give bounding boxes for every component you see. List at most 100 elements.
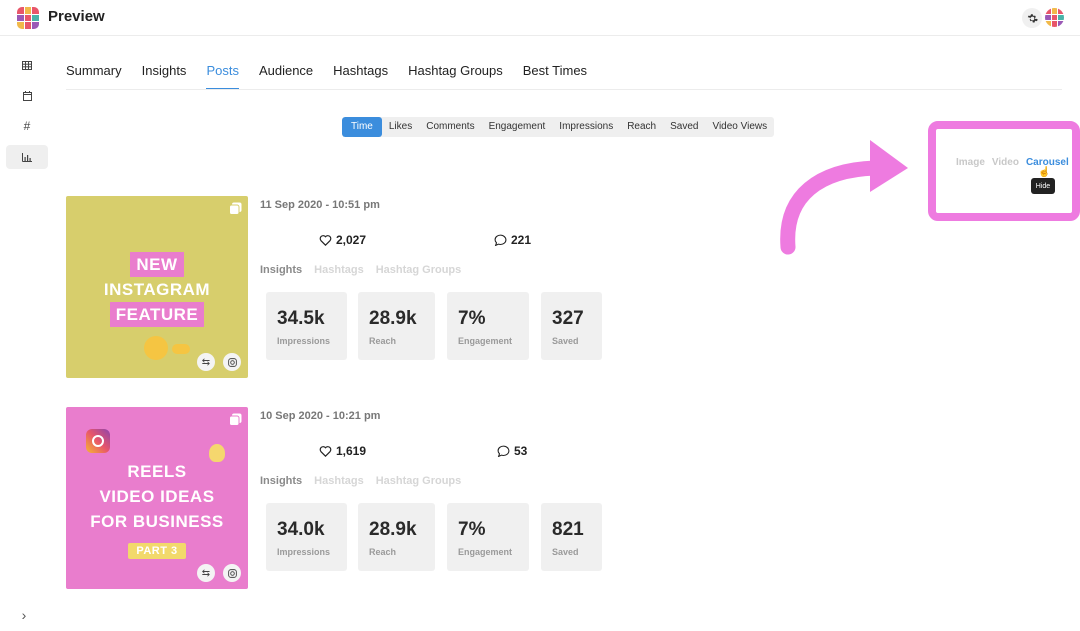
metric-engagement: 7% Engagement bbox=[447, 292, 529, 360]
sort-saved[interactable]: Saved bbox=[663, 117, 705, 137]
subtab-hashtags[interactable]: Hashtags bbox=[314, 475, 364, 487]
thumbnail-line: VIDEO IDEAS bbox=[99, 487, 215, 506]
sort-impressions[interactable]: Impressions bbox=[552, 117, 620, 137]
subtab-insights[interactable]: Insights bbox=[260, 475, 302, 487]
sort-video-views[interactable]: Video Views bbox=[705, 117, 774, 137]
filter-video[interactable]: Video bbox=[992, 157, 1019, 168]
post-card: NEW INSTAGRAM FEATURE ⇆ 11 Sep 2020 - 10… bbox=[66, 196, 666, 378]
comments-value: 221 bbox=[511, 233, 532, 247]
metric-label: Engagement bbox=[458, 547, 513, 557]
thumbnail-line: INSTAGRAM bbox=[103, 280, 211, 299]
tab-summary[interactable]: Summary bbox=[66, 58, 122, 90]
subtab-insights[interactable]: Insights bbox=[260, 264, 302, 276]
hide-tooltip: Hide bbox=[1031, 178, 1055, 194]
app-logo-icon bbox=[17, 7, 39, 29]
sidebar-grid-icon[interactable] bbox=[6, 53, 48, 77]
metric-value: 7% bbox=[458, 519, 486, 540]
metric-saved: 821 Saved bbox=[541, 503, 602, 571]
tab-posts[interactable]: Posts bbox=[206, 58, 239, 90]
sort-time[interactable]: Time bbox=[342, 117, 382, 137]
filter-image[interactable]: Image bbox=[956, 157, 985, 168]
heart-icon bbox=[319, 235, 332, 246]
media-type-filters: Image Video Carousel bbox=[956, 157, 1069, 168]
post-card: REELS VIDEO IDEAS FOR BUSINESS PART 3 ⇆ … bbox=[66, 407, 666, 589]
tabs-divider bbox=[66, 89, 1062, 90]
metric-value: 327 bbox=[552, 308, 584, 329]
tab-audience[interactable]: Audience bbox=[259, 58, 313, 90]
tab-hashtags[interactable]: Hashtags bbox=[333, 58, 388, 90]
metric-value: 34.5k bbox=[277, 308, 325, 329]
app-title: Preview bbox=[48, 8, 105, 25]
post-thumbnail[interactable]: NEW INSTAGRAM FEATURE ⇆ bbox=[66, 196, 248, 378]
analytics-tabs: Summary Insights Posts Audience Hashtags… bbox=[66, 58, 607, 90]
annotation-arrow-icon bbox=[780, 140, 908, 255]
sort-likes[interactable]: Likes bbox=[382, 117, 419, 137]
heart-icon bbox=[319, 446, 332, 457]
likes-value: 1,619 bbox=[336, 444, 367, 458]
sort-reach[interactable]: Reach bbox=[620, 117, 663, 137]
metric-label: Impressions bbox=[277, 336, 331, 346]
sort-engagement[interactable]: Engagement bbox=[482, 117, 553, 137]
sidebar-expand-chevron-icon[interactable]: › bbox=[16, 606, 32, 624]
instagram-icon[interactable] bbox=[223, 353, 241, 371]
top-bar: Preview bbox=[0, 0, 1080, 36]
thumbnail-caption: NEW INSTAGRAM FEATURE bbox=[66, 252, 248, 327]
metric-value: 34.0k bbox=[277, 519, 325, 540]
tab-insights[interactable]: Insights bbox=[142, 58, 187, 90]
metric-label: Engagement bbox=[458, 336, 513, 346]
metric-value: 7% bbox=[458, 308, 486, 329]
metric-saved: 327 Saved bbox=[541, 292, 602, 360]
sort-options: Time Likes Comments Engagement Impressio… bbox=[342, 117, 775, 137]
highlight-box bbox=[928, 121, 1080, 221]
metric-label: Saved bbox=[552, 336, 579, 346]
post-date: 11 Sep 2020 - 10:51 pm bbox=[260, 199, 380, 211]
thumbnail-caption: REELS VIDEO IDEAS FOR BUSINESS bbox=[66, 459, 248, 534]
metric-label: Impressions bbox=[277, 547, 331, 557]
emoji-face-icon bbox=[144, 336, 168, 360]
settings-gear-icon[interactable] bbox=[1022, 8, 1042, 28]
thumbnail-line: FOR BUSINESS bbox=[90, 512, 224, 531]
repost-icon[interactable]: ⇆ bbox=[197, 564, 215, 582]
subtab-hashtag-groups[interactable]: Hashtag Groups bbox=[376, 475, 462, 487]
comments-value: 53 bbox=[514, 444, 528, 458]
post-subtabs: Insights Hashtags Hashtag Groups bbox=[260, 475, 461, 487]
sidebar-bar-chart-icon[interactable] bbox=[6, 145, 48, 169]
metric-label: Reach bbox=[369, 547, 397, 557]
thumbnail-line: FEATURE bbox=[109, 302, 205, 327]
carousel-icon bbox=[229, 413, 242, 426]
comment-bubble-icon bbox=[494, 234, 507, 246]
instagram-icon[interactable] bbox=[223, 564, 241, 582]
comments-count: 221 bbox=[494, 233, 531, 247]
pointer-cursor-icon: ☝ bbox=[1038, 167, 1051, 178]
metric-value: 821 bbox=[552, 519, 584, 540]
thumbnail-line: PART 3 bbox=[128, 543, 186, 559]
metric-impressions: 34.5k Impressions bbox=[266, 292, 347, 360]
subtab-hashtag-groups[interactable]: Hashtag Groups bbox=[376, 264, 462, 276]
thumbnail-part-label: PART 3 bbox=[66, 541, 248, 559]
metric-value: 28.9k bbox=[369, 308, 417, 329]
pointing-hand-icon bbox=[172, 344, 190, 354]
comments-count: 53 bbox=[497, 444, 527, 458]
sidebar-hashtag-icon[interactable]: # bbox=[6, 114, 48, 138]
likes-count: 1,619 bbox=[319, 444, 366, 458]
sort-comments[interactable]: Comments bbox=[419, 117, 481, 137]
subtab-hashtags[interactable]: Hashtags bbox=[314, 264, 364, 276]
instagram-logo-icon bbox=[86, 429, 110, 453]
metric-reach: 28.9k Reach bbox=[358, 292, 435, 360]
user-avatar[interactable] bbox=[1045, 8, 1064, 27]
thumbnail-line: REELS bbox=[127, 462, 187, 481]
likes-value: 2,027 bbox=[336, 233, 367, 247]
carousel-icon bbox=[229, 202, 242, 215]
metric-impressions: 34.0k Impressions bbox=[266, 503, 347, 571]
sidebar-calendar-icon[interactable] bbox=[6, 84, 48, 108]
post-date: 10 Sep 2020 - 10:21 pm bbox=[260, 410, 381, 422]
metric-label: Reach bbox=[369, 336, 397, 346]
metric-value: 28.9k bbox=[369, 519, 417, 540]
post-thumbnail[interactable]: REELS VIDEO IDEAS FOR BUSINESS PART 3 ⇆ bbox=[66, 407, 248, 589]
post-subtabs: Insights Hashtags Hashtag Groups bbox=[260, 264, 461, 276]
tab-best-times[interactable]: Best Times bbox=[523, 58, 587, 90]
metric-engagement: 7% Engagement bbox=[447, 503, 529, 571]
comment-bubble-icon bbox=[497, 445, 510, 457]
tab-hashtag-groups[interactable]: Hashtag Groups bbox=[408, 58, 503, 90]
repost-icon[interactable]: ⇆ bbox=[197, 353, 215, 371]
